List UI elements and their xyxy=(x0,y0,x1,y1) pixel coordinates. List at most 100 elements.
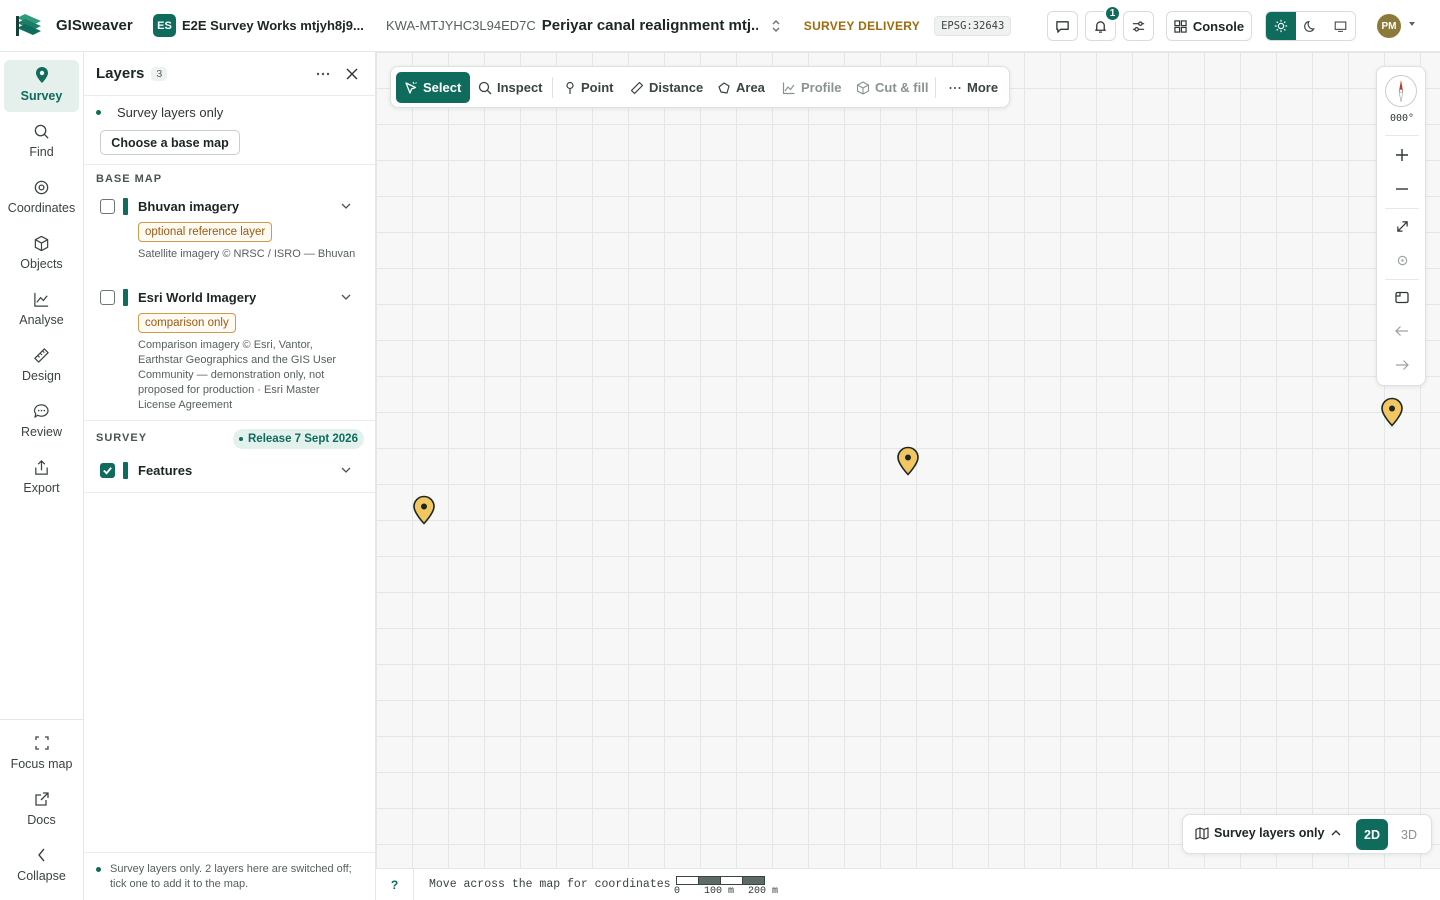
status-dot xyxy=(96,867,101,872)
tool-select[interactable]: Select xyxy=(396,72,471,103)
help-button[interactable]: ? xyxy=(376,869,414,900)
arrow-right-icon xyxy=(1396,360,1409,370)
layer-color-swatch xyxy=(123,461,128,479)
left-rail: Survey Find Coordinates Objects Analyse … xyxy=(0,52,84,900)
rail-item-collapse[interactable]: Collapse xyxy=(4,840,79,892)
view-2d-button[interactable]: 2D xyxy=(1356,819,1388,850)
map-feature-pin-icon[interactable] xyxy=(412,495,436,525)
layer-checkbox[interactable] xyxy=(100,198,115,214)
project-name[interactable]: Periyar canal realignment mtj... xyxy=(542,17,758,34)
tool-label: Distance xyxy=(649,80,704,95)
choose-base-map-button[interactable]: Choose a base map xyxy=(100,130,240,155)
settings-button[interactable] xyxy=(1123,11,1154,41)
fullscreen-button[interactable] xyxy=(1393,217,1411,235)
comments-button[interactable] xyxy=(1047,11,1078,41)
moon-icon xyxy=(1304,20,1315,32)
theme-dark-button[interactable] xyxy=(1296,12,1326,40)
chevron-up-down-icon[interactable] xyxy=(770,18,782,34)
more-options-icon[interactable] xyxy=(315,66,331,82)
rail-item-coordinates[interactable]: Coordinates xyxy=(4,172,79,224)
notifications-button[interactable]: 1 xyxy=(1085,5,1121,41)
rail-label: Export xyxy=(23,481,60,495)
chevron-down-icon[interactable] xyxy=(340,291,352,303)
rail-item-focus-map[interactable]: Focus map xyxy=(4,728,79,780)
search-icon xyxy=(33,122,51,140)
layer-filter-label: Survey layers only xyxy=(117,105,224,120)
console-label: Console xyxy=(1192,18,1245,34)
rail-item-docs[interactable]: Docs xyxy=(4,784,79,836)
theme-system-button[interactable] xyxy=(1325,12,1355,40)
sun-icon xyxy=(1274,19,1287,33)
tool-profile[interactable]: Profile xyxy=(782,72,841,103)
tool-distance[interactable]: Distance xyxy=(630,72,703,103)
console-button[interactable]: Console xyxy=(1166,11,1252,41)
tool-inspect[interactable]: Inspect xyxy=(478,72,543,103)
divider xyxy=(84,852,376,853)
theme-switcher xyxy=(1265,11,1356,41)
rail-item-survey[interactable]: Survey xyxy=(4,60,79,112)
zoom-out-button[interactable] xyxy=(1393,180,1411,198)
tool-label: Select xyxy=(423,80,462,95)
expand-icon xyxy=(1396,220,1408,232)
app-logo[interactable]: GISweaver xyxy=(14,12,144,40)
map-controls: 000° xyxy=(1376,66,1426,386)
divider xyxy=(1385,135,1419,136)
layer-row-features[interactable]: Features xyxy=(100,460,360,480)
tool-area[interactable]: Area xyxy=(717,72,765,103)
layer-description: Satellite imagery © NRSC / ISRO — Bhuvan xyxy=(138,248,356,260)
tool-cut-fill[interactable]: Cut & fill xyxy=(856,72,928,103)
layer-row-esri[interactable]: Esri World Imagery xyxy=(100,287,360,307)
plus-icon xyxy=(1396,149,1408,161)
scale-bar: 0 100 m 200 m xyxy=(674,876,806,898)
zoom-in-button[interactable] xyxy=(1393,146,1411,164)
close-icon[interactable] xyxy=(344,66,360,82)
tool-more[interactable]: More xyxy=(948,72,998,103)
tool-label: Inspect xyxy=(497,80,543,95)
layer-checkbox[interactable] xyxy=(100,289,115,305)
layers-panel: Layers 3 Survey layers only Choose a bas… xyxy=(84,52,376,900)
rail-label: Survey xyxy=(20,89,63,103)
rail-item-export[interactable]: Export xyxy=(4,452,79,504)
locate-button[interactable] xyxy=(1393,251,1411,269)
compass-button[interactable] xyxy=(1385,75,1417,107)
map-canvas[interactable]: Select Inspect Point Distance Area Profi… xyxy=(376,52,1440,868)
epsg-badge: EPSG:32643 xyxy=(934,15,1012,36)
rail-item-review[interactable]: Review xyxy=(4,396,79,448)
chevron-down-icon[interactable] xyxy=(340,200,352,212)
rail-label: Collapse xyxy=(17,869,66,883)
heading-readout: 000° xyxy=(1389,113,1415,124)
comment-icon xyxy=(33,402,51,420)
cursor-icon xyxy=(405,81,417,94)
undo-view-button[interactable] xyxy=(1393,322,1411,340)
divider xyxy=(84,420,376,421)
redo-view-button[interactable] xyxy=(1393,356,1411,374)
map-feature-pin-icon[interactable] xyxy=(896,446,920,476)
frame-icon xyxy=(1395,291,1409,303)
view-3d-button[interactable]: 3D xyxy=(1393,819,1425,850)
screenshot-button[interactable] xyxy=(1393,288,1411,306)
layer-checkbox[interactable] xyxy=(100,462,115,478)
status-dot xyxy=(96,110,101,115)
sliders-icon xyxy=(1132,20,1145,32)
layer-mode-dropdown[interactable]: Survey layers only xyxy=(1195,826,1347,840)
user-avatar[interactable]: PM xyxy=(1377,14,1401,38)
layer-row-bhuvan[interactable]: Bhuvan imagery xyxy=(100,196,360,216)
pin-icon xyxy=(566,81,574,94)
theme-light-button[interactable] xyxy=(1266,12,1296,40)
layer-mode-label: Survey layers only xyxy=(1214,826,1325,840)
workspace-switcher[interactable]: ES E2E Survey Works mtjyh8j9... xyxy=(153,14,364,37)
rail-item-design[interactable]: Design xyxy=(4,340,79,392)
divider xyxy=(84,492,376,493)
ellipsis-icon xyxy=(949,86,961,89)
project-code: KWA-MTJYHC3L94ED7C xyxy=(386,18,536,33)
bell-icon xyxy=(1095,20,1106,33)
chevron-down-icon[interactable] xyxy=(340,464,352,476)
scale-segment xyxy=(720,876,743,885)
rail-item-analyse[interactable]: Analyse xyxy=(4,284,79,336)
map-feature-pin-icon[interactable] xyxy=(1380,397,1404,427)
rail-item-objects[interactable]: Objects xyxy=(4,228,79,280)
tool-point[interactable]: Point xyxy=(564,72,614,103)
caret-down-icon[interactable] xyxy=(1409,22,1415,26)
layers-panel-footer: Survey layers only. 2 layers here are sw… xyxy=(96,862,366,892)
rail-item-find[interactable]: Find xyxy=(4,116,79,168)
